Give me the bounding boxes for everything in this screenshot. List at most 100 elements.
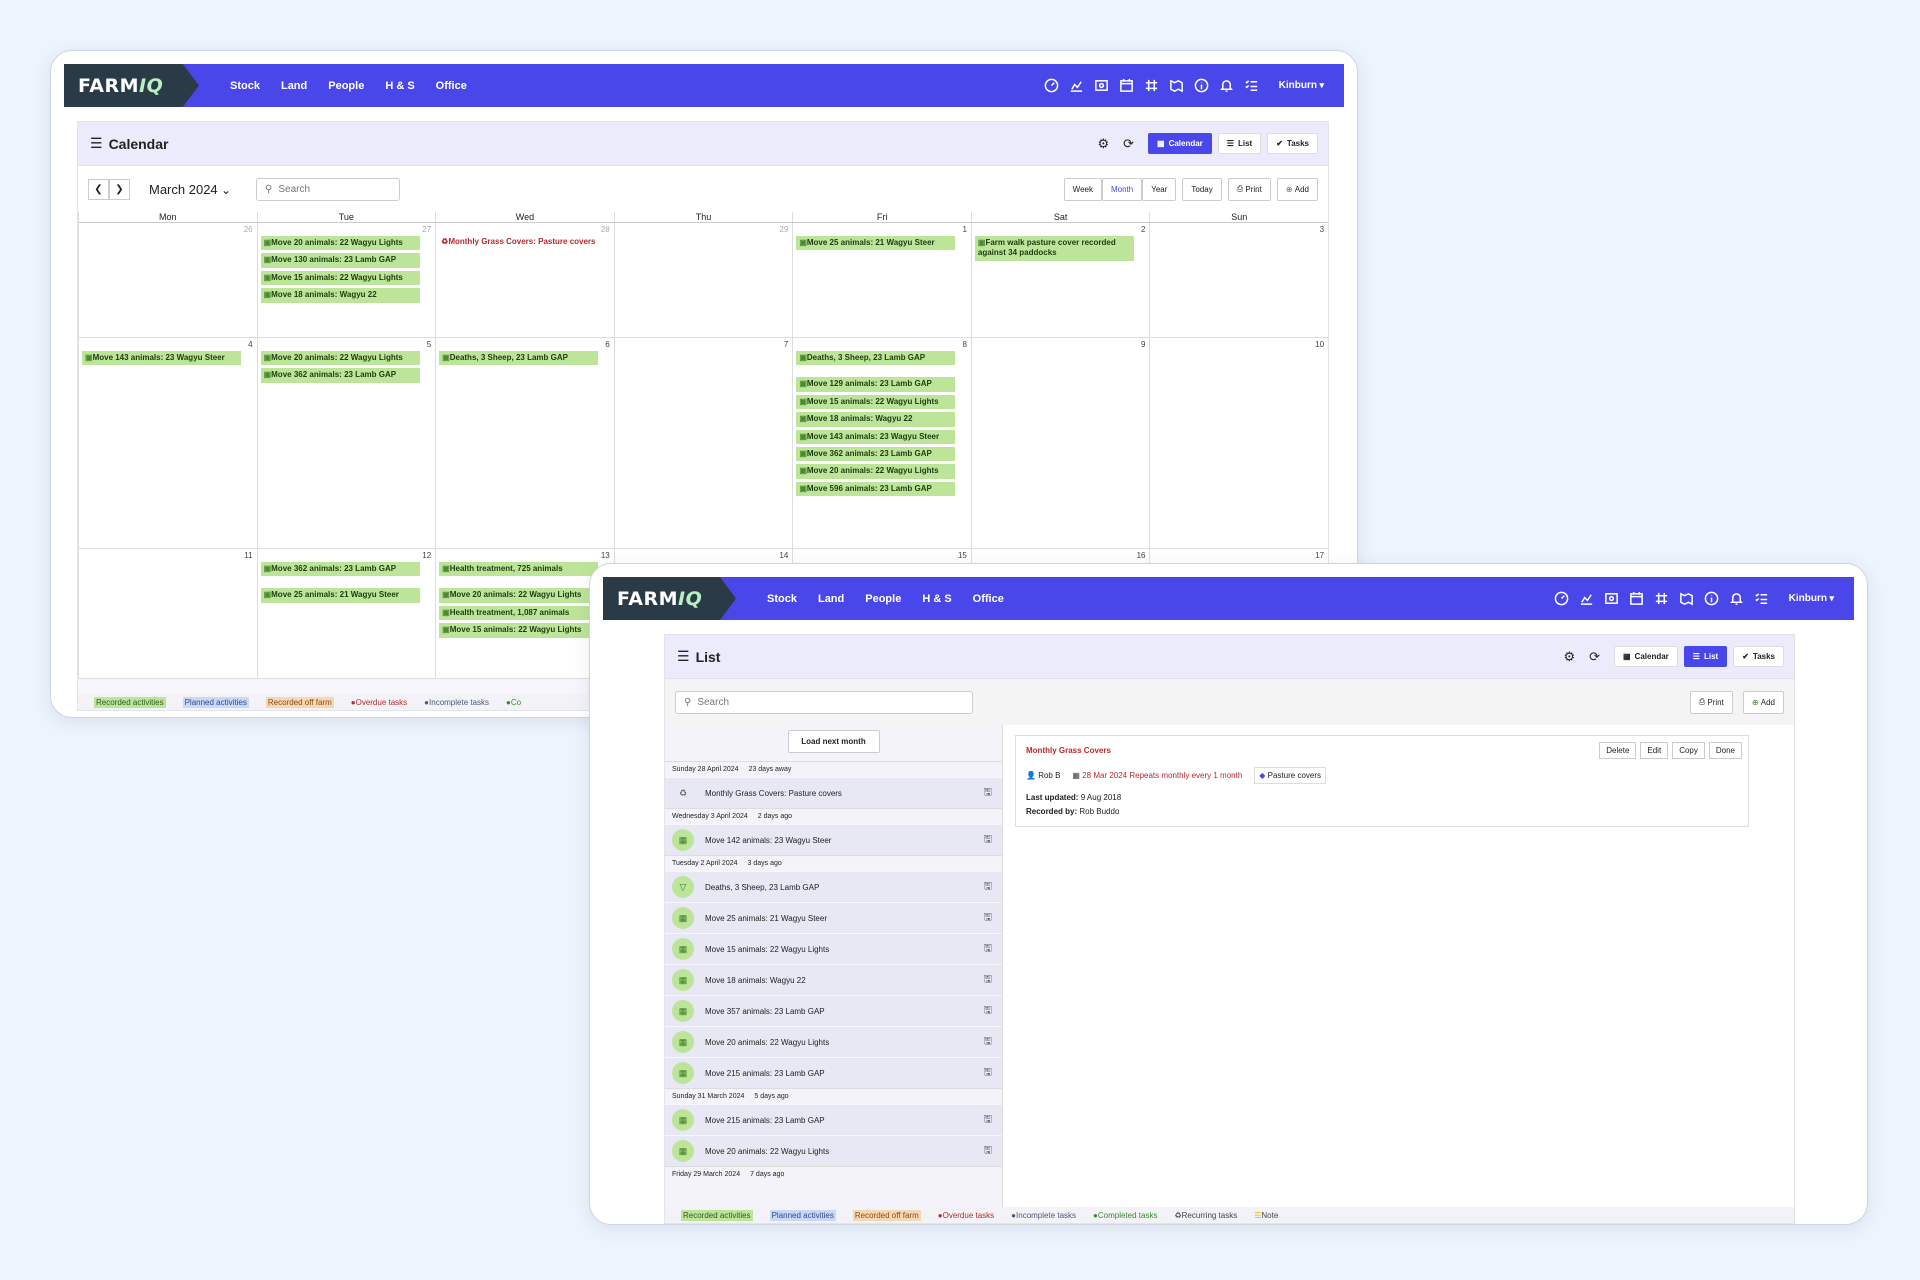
reports-icon[interactable]: [1069, 78, 1085, 94]
grid-icon[interactable]: [1144, 78, 1160, 94]
calendar-event[interactable]: Move 20 animals: 22 Wagyu Lights: [439, 588, 599, 603]
nav-land[interactable]: Land: [281, 80, 307, 92]
checklist-icon[interactable]: [1754, 591, 1770, 607]
nav-office[interactable]: Office: [436, 80, 467, 92]
edit-button[interactable]: Edit: [1640, 742, 1669, 759]
farmiq-logo[interactable]: FARM IQ: [603, 577, 736, 620]
tab-list[interactable]: ☰ List: [1683, 646, 1728, 667]
day-cell[interactable]: 27 Move 20 animals: 22 Wagyu Lights Move…: [256, 223, 436, 337]
user-menu[interactable]: Kinburn: [1789, 593, 1834, 604]
calendar-event[interactable]: Move 596 animals: 23 Lamb GAP: [796, 481, 956, 497]
copy-button[interactable]: Copy: [1672, 742, 1705, 759]
calendar-event[interactable]: Move 20 animals: 22 Wagyu Lights: [796, 464, 956, 479]
nav-hs[interactable]: H & S: [922, 593, 951, 605]
add-button[interactable]: ⊕ Add: [1742, 690, 1784, 714]
refresh-icon[interactable]: ⟳: [1589, 649, 1600, 665]
reports-icon[interactable]: [1579, 591, 1595, 607]
list-item[interactable]: ▦ Move 20 animals: 22 Wagyu Lights 🖫: [665, 1135, 1002, 1166]
search-input[interactable]: ⚲ Search: [256, 177, 401, 201]
print-button[interactable]: ⎙ Print: [1227, 177, 1271, 201]
nav-people[interactable]: People: [328, 80, 364, 92]
calendar-event[interactable]: Move 15 animals: 22 Wagyu Lights: [796, 394, 956, 410]
menu-icon[interactable]: ☰: [90, 135, 103, 152]
calendar-event[interactable]: Move 15 animals: 22 Wagyu Lights: [260, 270, 420, 286]
nav-land[interactable]: Land: [818, 593, 844, 605]
calendar-event[interactable]: Farm walk pasture cover recorded against…: [974, 236, 1134, 261]
map-icon[interactable]: [1679, 591, 1695, 607]
today-button[interactable]: Today: [1182, 177, 1222, 201]
day-cell[interactable]: 11: [78, 549, 257, 678]
load-next-month-button[interactable]: Load next month: [787, 730, 880, 753]
calendar-event[interactable]: Move 129 animals: 23 Lamb GAP: [796, 377, 956, 392]
search-input[interactable]: ⚲ Search: [675, 690, 973, 714]
farmiq-logo[interactable]: FARM IQ: [64, 64, 199, 107]
map-search-icon[interactable]: [1604, 591, 1620, 607]
day-cell[interactable]: 2 Farm walk pasture cover recorded again…: [970, 223, 1150, 337]
nav-stock[interactable]: Stock: [230, 80, 260, 92]
map-icon[interactable]: [1169, 78, 1185, 94]
list-item[interactable]: ▦ Move 15 animals: 22 Wagyu Lights 🖫: [665, 933, 1002, 964]
calendar-event[interactable]: Deaths, 3 Sheep, 23 Lamb GAP: [439, 351, 599, 366]
refresh-icon[interactable]: ⟳: [1123, 136, 1134, 152]
menu-icon[interactable]: ☰: [677, 648, 690, 665]
next-month-button[interactable]: ❯: [109, 178, 130, 200]
print-button[interactable]: ⎙ Print: [1689, 690, 1733, 714]
dashboard-icon[interactable]: [1554, 591, 1570, 607]
info-icon[interactable]: [1194, 78, 1210, 94]
day-cell[interactable]: 10: [1149, 338, 1328, 548]
month-button[interactable]: Month: [1101, 177, 1143, 201]
calendar-event[interactable]: Health treatment, 725 animals: [439, 562, 599, 577]
day-cell[interactable]: 7: [613, 338, 793, 548]
list-item[interactable]: ▽ Deaths, 3 Sheep, 23 Lamb GAP 🖫: [665, 871, 1002, 902]
day-cell[interactable]: 9: [970, 338, 1150, 548]
calendar-event[interactable]: Health treatment, 1,087 animals: [439, 605, 599, 621]
list-item[interactable]: ▦ Move 357 animals: 23 Lamb GAP 🖫: [665, 995, 1002, 1026]
day-cell[interactable]: 12 Move 362 animals: 23 Lamb GAP Move 25…: [256, 549, 436, 678]
bell-icon[interactable]: [1729, 591, 1745, 607]
calendar-event[interactable]: Move 25 animals: 21 Wagyu Steer: [796, 236, 956, 251]
list-item[interactable]: ▦ Move 215 animals: 23 Lamb GAP 🖫: [665, 1104, 1002, 1135]
delete-button[interactable]: Delete: [1599, 742, 1637, 759]
grid-icon[interactable]: [1654, 591, 1670, 607]
add-button[interactable]: ⊕ Add: [1276, 177, 1318, 201]
tab-calendar[interactable]: ▦ Calendar: [1614, 646, 1678, 667]
settings-icon[interactable]: ⚙: [1563, 649, 1575, 665]
nav-people[interactable]: People: [865, 593, 901, 605]
list-item[interactable]: ▦ Move 18 animals: Wagyu 22 🖫: [665, 964, 1002, 995]
year-button[interactable]: Year: [1142, 177, 1177, 201]
week-button[interactable]: Week: [1063, 177, 1102, 201]
calendar-event[interactable]: Move 143 animals: 23 Wagyu Steer: [82, 351, 241, 366]
calendar-event[interactable]: Move 18 animals: Wagyu 22: [260, 288, 420, 303]
day-cell[interactable]: 26: [78, 223, 257, 337]
tab-calendar[interactable]: ▦ Calendar: [1148, 133, 1212, 154]
day-cell[interactable]: 5 Move 20 animals: 22 Wagyu Lights Move …: [256, 338, 436, 548]
calendar-event[interactable]: Deaths, 3 Sheep, 23 Lamb GAP: [796, 351, 956, 366]
tab-tasks[interactable]: ✔ Tasks: [1267, 133, 1318, 154]
calendar-event[interactable]: Move 20 animals: 22 Wagyu Lights: [260, 236, 420, 251]
calendar-icon[interactable]: [1629, 591, 1645, 607]
day-cell[interactable]: 13 Health treatment, 725 animals Move 20…: [435, 549, 614, 678]
prev-month-button[interactable]: ❮: [88, 178, 109, 200]
user-menu[interactable]: Kinburn: [1279, 80, 1324, 91]
nav-hs[interactable]: H & S: [385, 80, 414, 92]
overdue-task[interactable]: ♻Monthly Grass Covers: Pasture covers: [439, 236, 611, 248]
done-button[interactable]: Done: [1708, 742, 1742, 759]
bell-icon[interactable]: [1219, 78, 1235, 94]
nav-stock[interactable]: Stock: [767, 593, 797, 605]
calendar-event[interactable]: Move 25 animals: 21 Wagyu Steer: [260, 588, 420, 603]
checklist-icon[interactable]: [1244, 78, 1260, 94]
list-item[interactable]: ▦ Move 215 animals: 23 Lamb GAP 🖫: [665, 1057, 1002, 1088]
day-cell[interactable]: 29: [613, 223, 793, 337]
nav-office[interactable]: Office: [973, 593, 1004, 605]
list-item[interactable]: ▦ Move 20 animals: 22 Wagyu Lights 🖫: [665, 1026, 1002, 1057]
calendar-event[interactable]: Move 362 animals: 23 Lamb GAP: [260, 368, 420, 383]
calendar-event[interactable]: Move 362 animals: 23 Lamb GAP: [796, 446, 956, 462]
day-cell[interactable]: 8 Deaths, 3 Sheep, 23 Lamb GAP Move 129 …: [792, 338, 971, 548]
list-item[interactable]: ▦ Move 25 animals: 21 Wagyu Steer 🖫: [665, 902, 1002, 933]
day-cell[interactable]: 28 ♻Monthly Grass Covers: Pasture covers: [435, 223, 614, 337]
calendar-event[interactable]: Move 130 animals: 23 Lamb GAP: [260, 253, 420, 268]
settings-icon[interactable]: ⚙: [1097, 136, 1109, 152]
day-cell[interactable]: 1 Move 25 animals: 21 Wagyu Steer: [792, 223, 971, 337]
calendar-event[interactable]: Move 143 animals: 23 Wagyu Steer: [796, 429, 956, 444]
month-selector[interactable]: March 2024: [149, 182, 231, 197]
